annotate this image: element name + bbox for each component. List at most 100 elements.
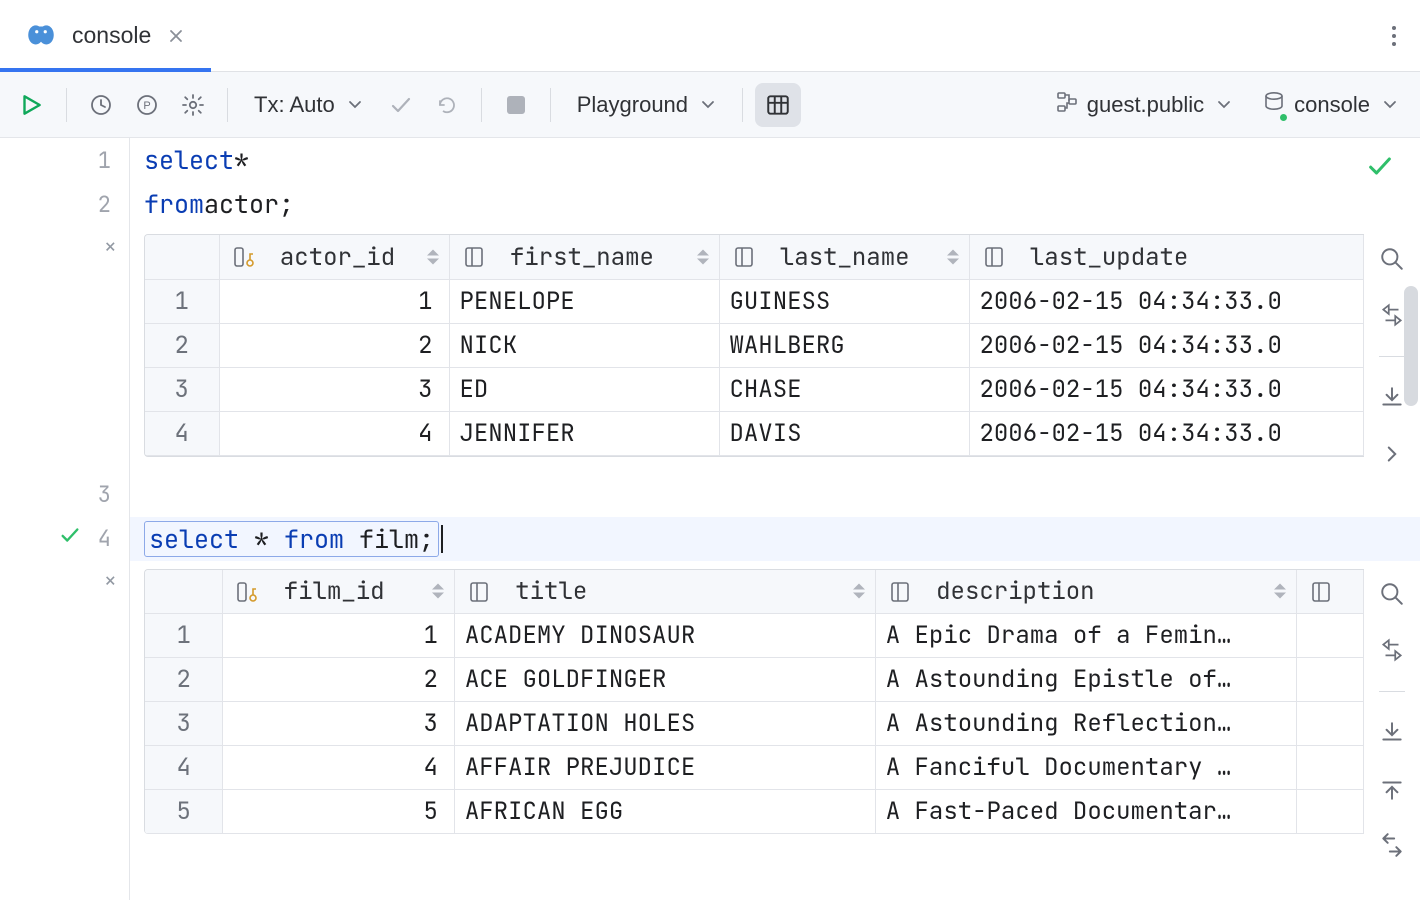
close-result-button[interactable]: × bbox=[104, 232, 117, 261]
cancel-query-button[interactable] bbox=[494, 83, 538, 127]
run-button[interactable] bbox=[8, 83, 54, 127]
commit-button[interactable] bbox=[379, 83, 423, 127]
column-header-more[interactable] bbox=[1296, 570, 1363, 614]
in-editor-results-toggle[interactable] bbox=[755, 83, 801, 127]
code-line[interactable] bbox=[130, 473, 1420, 517]
column-header-first-name[interactable]: first_name bbox=[449, 235, 719, 279]
import-button[interactable] bbox=[1375, 774, 1409, 804]
column-header-last-update[interactable]: last_update bbox=[969, 235, 1364, 279]
schema-label: guest.public bbox=[1087, 92, 1204, 118]
column-icon bbox=[1309, 580, 1333, 604]
table-row[interactable]: 33ADAPTATION HOLESA Astounding Reflectio… bbox=[145, 702, 1364, 746]
tx-mode-label: Tx: Auto bbox=[254, 92, 335, 118]
session-label: console bbox=[1294, 92, 1370, 118]
column-label: last_update bbox=[1030, 242, 1188, 273]
code-line-current[interactable]: select * from film; bbox=[130, 517, 1420, 561]
column-header-actor-id[interactable]: actor_id bbox=[219, 235, 449, 279]
run-line-indicator[interactable] bbox=[59, 524, 81, 553]
compare-button[interactable] bbox=[1375, 830, 1409, 860]
schema-selector[interactable]: guest.public bbox=[1041, 83, 1246, 127]
column-label: description bbox=[936, 576, 1094, 607]
output-mode-label: Playground bbox=[577, 92, 688, 118]
search-button[interactable] bbox=[1375, 244, 1409, 274]
column-icon bbox=[467, 580, 491, 604]
table-row[interactable]: 44AFFAIR PREJUDICEA Fanciful Documentary… bbox=[145, 746, 1364, 790]
column-label: last_name bbox=[780, 242, 910, 273]
row-number-header[interactable] bbox=[145, 235, 219, 279]
more-actions-button[interactable] bbox=[1368, 0, 1420, 71]
tx-mode-dropdown[interactable]: Tx: Auto bbox=[240, 83, 377, 127]
rollback-button[interactable] bbox=[425, 83, 469, 127]
inspection-ok-icon bbox=[1366, 152, 1394, 187]
column-header-title[interactable]: title bbox=[454, 570, 875, 614]
line-number: 1 bbox=[59, 146, 129, 175]
sql-token: film; bbox=[344, 522, 434, 556]
column-header-film-id[interactable]: film_id bbox=[223, 570, 454, 614]
sort-icon[interactable] bbox=[427, 249, 439, 264]
column-icon bbox=[732, 245, 756, 269]
column-label: title bbox=[515, 576, 587, 607]
row-number-header[interactable] bbox=[145, 570, 223, 614]
stop-icon bbox=[507, 96, 525, 114]
search-button[interactable] bbox=[1375, 579, 1409, 609]
sort-icon[interactable] bbox=[432, 584, 444, 599]
key-column-icon bbox=[235, 580, 259, 604]
table-row[interactable]: 33EDCHASE2006-02-15 04:34:33.0 bbox=[145, 367, 1364, 411]
editor-area: 1 2 × 3 4 × select * f bbox=[0, 138, 1420, 900]
sql-toolbar: P Tx: Auto Playground bbox=[0, 72, 1420, 138]
vertical-scrollbar[interactable] bbox=[1404, 286, 1418, 406]
line-number: 2 bbox=[59, 190, 129, 219]
column-icon bbox=[888, 580, 912, 604]
sql-token: * bbox=[234, 143, 249, 177]
sql-keyword: from bbox=[284, 522, 344, 556]
sort-icon[interactable] bbox=[697, 249, 709, 264]
column-header-last-name[interactable]: last_name bbox=[719, 235, 969, 279]
code-editor[interactable]: select * from actor; bbox=[130, 138, 1420, 900]
close-icon[interactable] bbox=[165, 25, 187, 47]
chevron-down-icon bbox=[1216, 92, 1232, 118]
editor-tab-console[interactable]: console bbox=[0, 0, 211, 71]
code-line[interactable]: select * bbox=[130, 138, 1420, 182]
postgres-icon bbox=[24, 19, 58, 53]
sql-keyword: select bbox=[149, 522, 239, 556]
table-row[interactable]: 11PENELOPEGUINESS2006-02-15 04:34:33.0 bbox=[145, 279, 1364, 323]
inline-result-actor: actor_id first_name bbox=[130, 226, 1420, 473]
output-mode-dropdown[interactable]: Playground bbox=[563, 83, 730, 127]
column-label: actor_id bbox=[280, 242, 395, 273]
key-column-icon bbox=[232, 245, 256, 269]
sql-keyword: select bbox=[144, 143, 234, 177]
result-table-film[interactable]: film_id title descri bbox=[145, 570, 1364, 835]
table-row[interactable]: 44JENNIFERDAVIS2006-02-15 04:34:33.0 bbox=[145, 411, 1364, 455]
more-vertical-icon bbox=[1392, 26, 1396, 46]
sort-icon[interactable] bbox=[1274, 584, 1286, 599]
column-label: film_id bbox=[284, 576, 385, 607]
settings-button[interactable] bbox=[171, 83, 215, 127]
gutter: 1 2 × 3 4 × bbox=[0, 138, 130, 900]
export-button[interactable] bbox=[1375, 718, 1409, 748]
table-row[interactable]: 11ACADEMY DINOSAURA Epic Drama of a Femi… bbox=[145, 614, 1364, 658]
svg-text:P: P bbox=[143, 100, 150, 112]
chevron-down-icon bbox=[347, 92, 363, 118]
session-selector[interactable]: console bbox=[1248, 83, 1412, 127]
sort-icon[interactable] bbox=[853, 584, 865, 599]
table-row[interactable]: 55AFRICAN EGGA Fast-Paced Documentar… bbox=[145, 790, 1364, 834]
transpose-button[interactable] bbox=[1375, 635, 1409, 665]
result-table-actor[interactable]: actor_id first_name bbox=[145, 235, 1364, 456]
tab-bar: console bbox=[0, 0, 1420, 72]
close-result-button[interactable]: × bbox=[104, 566, 117, 595]
explain-plan-button[interactable]: P bbox=[125, 83, 169, 127]
table-header-row: film_id title descri bbox=[145, 570, 1364, 614]
sort-icon[interactable] bbox=[947, 249, 959, 264]
column-label: first_name bbox=[510, 242, 654, 273]
expand-button[interactable] bbox=[1375, 439, 1409, 469]
history-button[interactable] bbox=[79, 83, 123, 127]
table-header-row: actor_id first_name bbox=[145, 235, 1364, 279]
table-row[interactable]: 22NICKWAHLBERG2006-02-15 04:34:33.0 bbox=[145, 323, 1364, 367]
column-icon bbox=[462, 245, 486, 269]
inline-result-film: film_id title descri bbox=[130, 561, 1420, 860]
chevron-down-icon bbox=[700, 92, 716, 118]
text-caret bbox=[441, 525, 443, 553]
table-row[interactable]: 22ACE GOLDFINGERA Astounding Epistle of… bbox=[145, 658, 1364, 702]
column-header-description[interactable]: description bbox=[875, 570, 1296, 614]
code-line[interactable]: from actor; bbox=[130, 182, 1420, 226]
